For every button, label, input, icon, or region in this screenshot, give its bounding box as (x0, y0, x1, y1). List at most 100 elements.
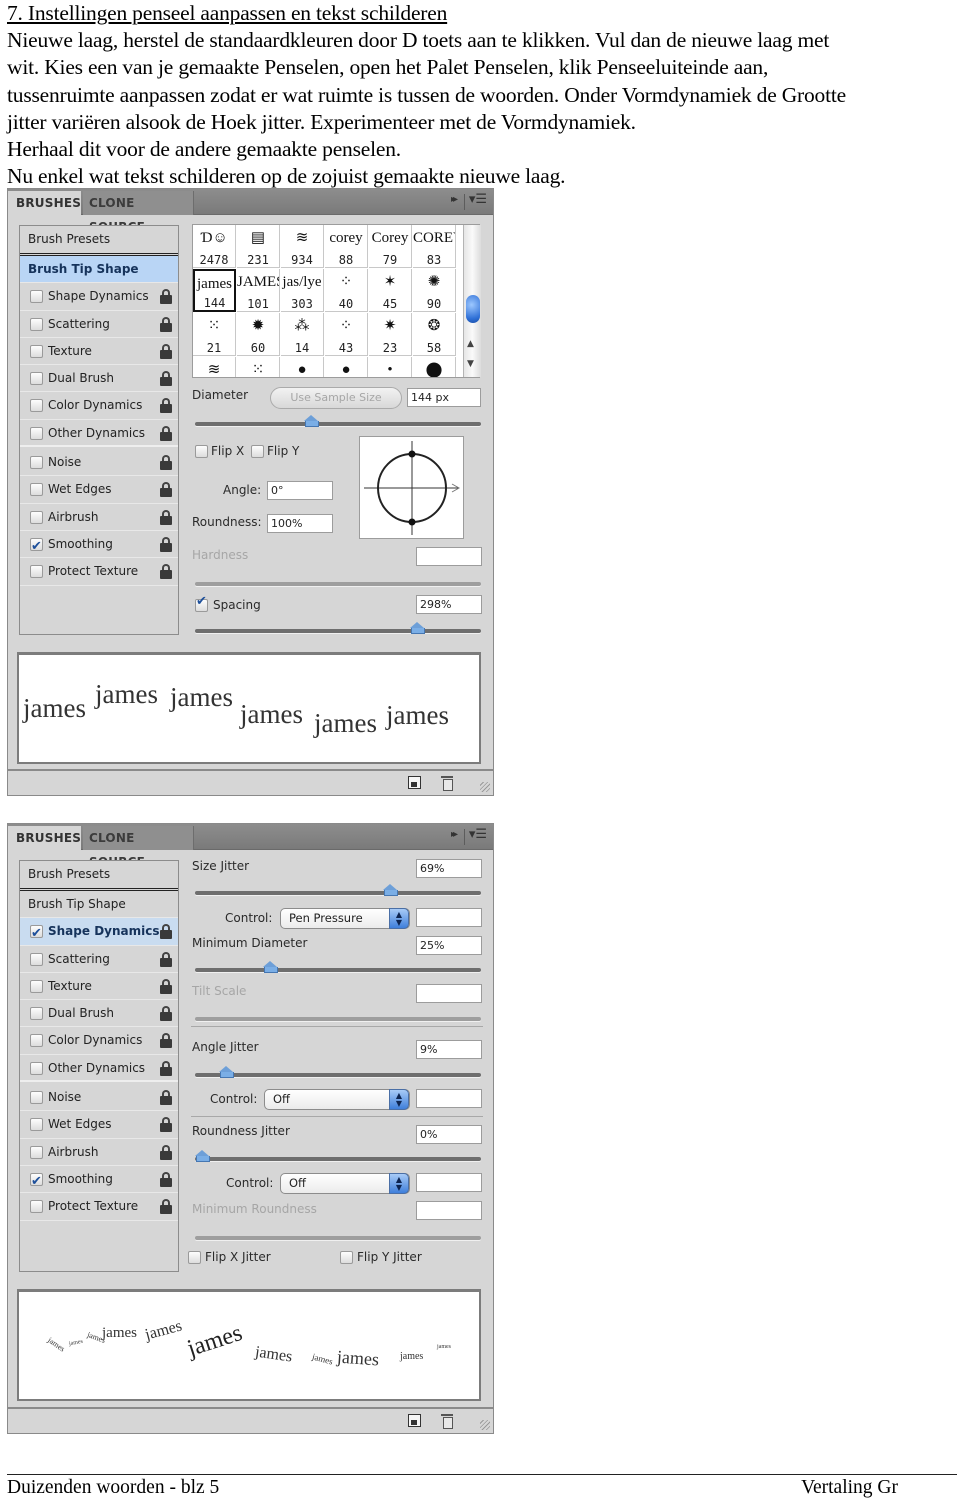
brush-preset-cell[interactable]: ≋ (193, 357, 236, 377)
roundness-control-input[interactable] (416, 1173, 482, 1192)
option-scattering[interactable]: Scattering (20, 946, 178, 973)
dual-brush-checkbox[interactable] (30, 1007, 43, 1021)
option-texture[interactable]: Texture (20, 338, 178, 366)
option-smoothing[interactable]: Smoothing (20, 531, 178, 560)
option-noise[interactable]: Noise (20, 1084, 178, 1112)
lock-icon[interactable] (160, 1060, 172, 1076)
lock-icon[interactable] (160, 482, 172, 498)
lock-icon[interactable] (160, 425, 172, 441)
brush-preset-cell[interactable]: ✷ 23 (369, 313, 412, 356)
new-preset-icon[interactable] (408, 776, 421, 789)
dual-brush-checkbox[interactable] (30, 372, 43, 386)
angle-control-input[interactable] (416, 1089, 482, 1108)
brush-preset-cell[interactable]: ✶ 45 (369, 269, 412, 312)
diameter-slider-thumb[interactable] (303, 415, 319, 427)
brush-preset-cell[interactable]: ⁙ (237, 357, 280, 377)
resize-grip-icon[interactable] (480, 782, 490, 792)
option-airbrush[interactable]: Airbrush (20, 1139, 178, 1166)
tab-brushes[interactable]: BRUSHES (8, 826, 81, 850)
lock-icon[interactable] (160, 1090, 172, 1106)
lock-icon[interactable] (160, 924, 172, 940)
diameter-input[interactable]: 144 px (407, 388, 481, 407)
brush-preset-cell[interactable]: ✺ 90 (413, 269, 456, 312)
option-scattering[interactable]: Scattering (20, 311, 178, 338)
brush-preset-cell[interactable]: Corey 79 (369, 225, 412, 268)
angle-jitter-slider[interactable] (195, 1066, 481, 1078)
lock-icon[interactable] (160, 1199, 172, 1215)
option-dual-brush[interactable]: Dual Brush (20, 1000, 178, 1028)
angle-input[interactable]: 0° (267, 481, 333, 500)
brush-preset-cell[interactable]: ✹ 60 (237, 313, 280, 356)
flip-x-checkbox[interactable] (195, 445, 208, 458)
noise-checkbox[interactable] (30, 1091, 43, 1105)
airbrush-checkbox[interactable] (30, 510, 43, 524)
hardness-input[interactable] (416, 547, 482, 566)
scattering-checkbox[interactable] (30, 952, 43, 966)
size-jitter-slider-thumb[interactable] (382, 884, 398, 896)
spacing-slider[interactable] (195, 622, 481, 634)
scroll-up-icon[interactable]: ▲ (467, 339, 474, 349)
diameter-slider[interactable] (195, 415, 481, 427)
lock-icon[interactable] (160, 536, 172, 552)
scrollbar-thumb[interactable] (466, 295, 480, 323)
lock-icon[interactable] (160, 1171, 172, 1187)
option-texture[interactable]: Texture (20, 973, 178, 1001)
lock-icon[interactable] (160, 509, 172, 525)
flip-y-checkbox[interactable] (251, 445, 264, 458)
option-wet-edges[interactable]: Wet Edges (20, 1111, 178, 1139)
angle-jitter-input[interactable]: 9% (416, 1040, 482, 1059)
brush-preset-cell[interactable]: ▤ 231 (237, 225, 280, 268)
lock-icon[interactable] (160, 316, 172, 332)
new-preset-icon[interactable] (408, 1414, 421, 1427)
protect-texture-checkbox[interactable] (30, 1200, 43, 1214)
option-brush-presets[interactable]: Brush Presets (20, 226, 178, 256)
option-dual-brush[interactable]: Dual Brush (20, 365, 178, 393)
option-brush-tip-shape[interactable]: Brush Tip Shape (20, 891, 178, 919)
lock-icon[interactable] (160, 951, 172, 967)
option-airbrush[interactable]: Airbrush (20, 504, 178, 531)
texture-checkbox[interactable] (30, 344, 43, 358)
roundness-jitter-slider[interactable] (195, 1150, 481, 1162)
brush-preset-cell[interactable]: ● (281, 357, 324, 377)
wet-edges-checkbox[interactable] (30, 1118, 43, 1132)
brush-preset-cell[interactable]: Ɗ☺ 2478 (193, 225, 236, 268)
flip-x-jitter-checkbox[interactable] (188, 1251, 201, 1264)
scattering-checkbox[interactable] (30, 317, 43, 331)
option-protect-texture[interactable]: Protect Texture (20, 1193, 178, 1221)
brush-preset-cell[interactable]: jas/lye 303 (281, 269, 324, 312)
minimum-diameter-input[interactable]: 25% (416, 936, 482, 955)
angle-jitter-slider-thumb[interactable] (219, 1066, 235, 1078)
brush-preset-cell[interactable]: ❂ 58 (413, 313, 456, 356)
brush-preset-cell[interactable]: ⁂ 14 (281, 313, 324, 356)
roundness-input[interactable]: 100% (267, 514, 333, 533)
brush-preset-cell[interactable]: ⁘ 40 (325, 269, 368, 312)
spacing-checkbox[interactable] (195, 594, 208, 612)
option-other-dynamics[interactable]: Other Dynamics (20, 420, 178, 448)
option-wet-edges[interactable]: Wet Edges (20, 476, 178, 504)
brush-preset-cell[interactable]: ⁙ 21 (193, 313, 236, 356)
trash-icon[interactable] (441, 1412, 453, 1429)
option-brush-presets[interactable]: Brush Presets (20, 861, 178, 891)
scroll-down-icon[interactable]: ▼ (467, 359, 474, 369)
shape-dynamics-checkbox[interactable] (30, 290, 43, 304)
lock-icon[interactable] (160, 1033, 172, 1049)
flip-y-jitter-checkbox[interactable] (340, 1251, 353, 1264)
brush-preset-cell[interactable]: james 144 (193, 269, 236, 312)
option-other-dynamics[interactable]: Other Dynamics (20, 1055, 178, 1083)
size-jitter-input[interactable]: 69% (416, 859, 482, 878)
option-protect-texture[interactable]: Protect Texture (20, 558, 178, 586)
brush-preset-cell[interactable]: ● (325, 357, 368, 377)
option-noise[interactable]: Noise (20, 449, 178, 477)
lock-icon[interactable] (160, 343, 172, 359)
minimum-diameter-slider-thumb[interactable] (263, 961, 278, 973)
use-sample-size-button[interactable]: Use Sample Size (270, 387, 402, 409)
lock-icon[interactable] (160, 1006, 172, 1022)
lock-icon[interactable] (160, 1117, 172, 1133)
brush-preset-cell[interactable]: ≋ 934 (281, 225, 324, 268)
smoothing-checkbox[interactable] (30, 1168, 43, 1195)
option-shape-dynamics[interactable]: Shape Dynamics (20, 918, 178, 947)
brush-preset-cell[interactable]: ⬤ (413, 357, 456, 377)
size-jitter-slider[interactable] (195, 884, 481, 896)
option-smoothing[interactable]: Smoothing (20, 1166, 178, 1195)
tab-brushes[interactable]: BRUSHES (8, 191, 81, 215)
